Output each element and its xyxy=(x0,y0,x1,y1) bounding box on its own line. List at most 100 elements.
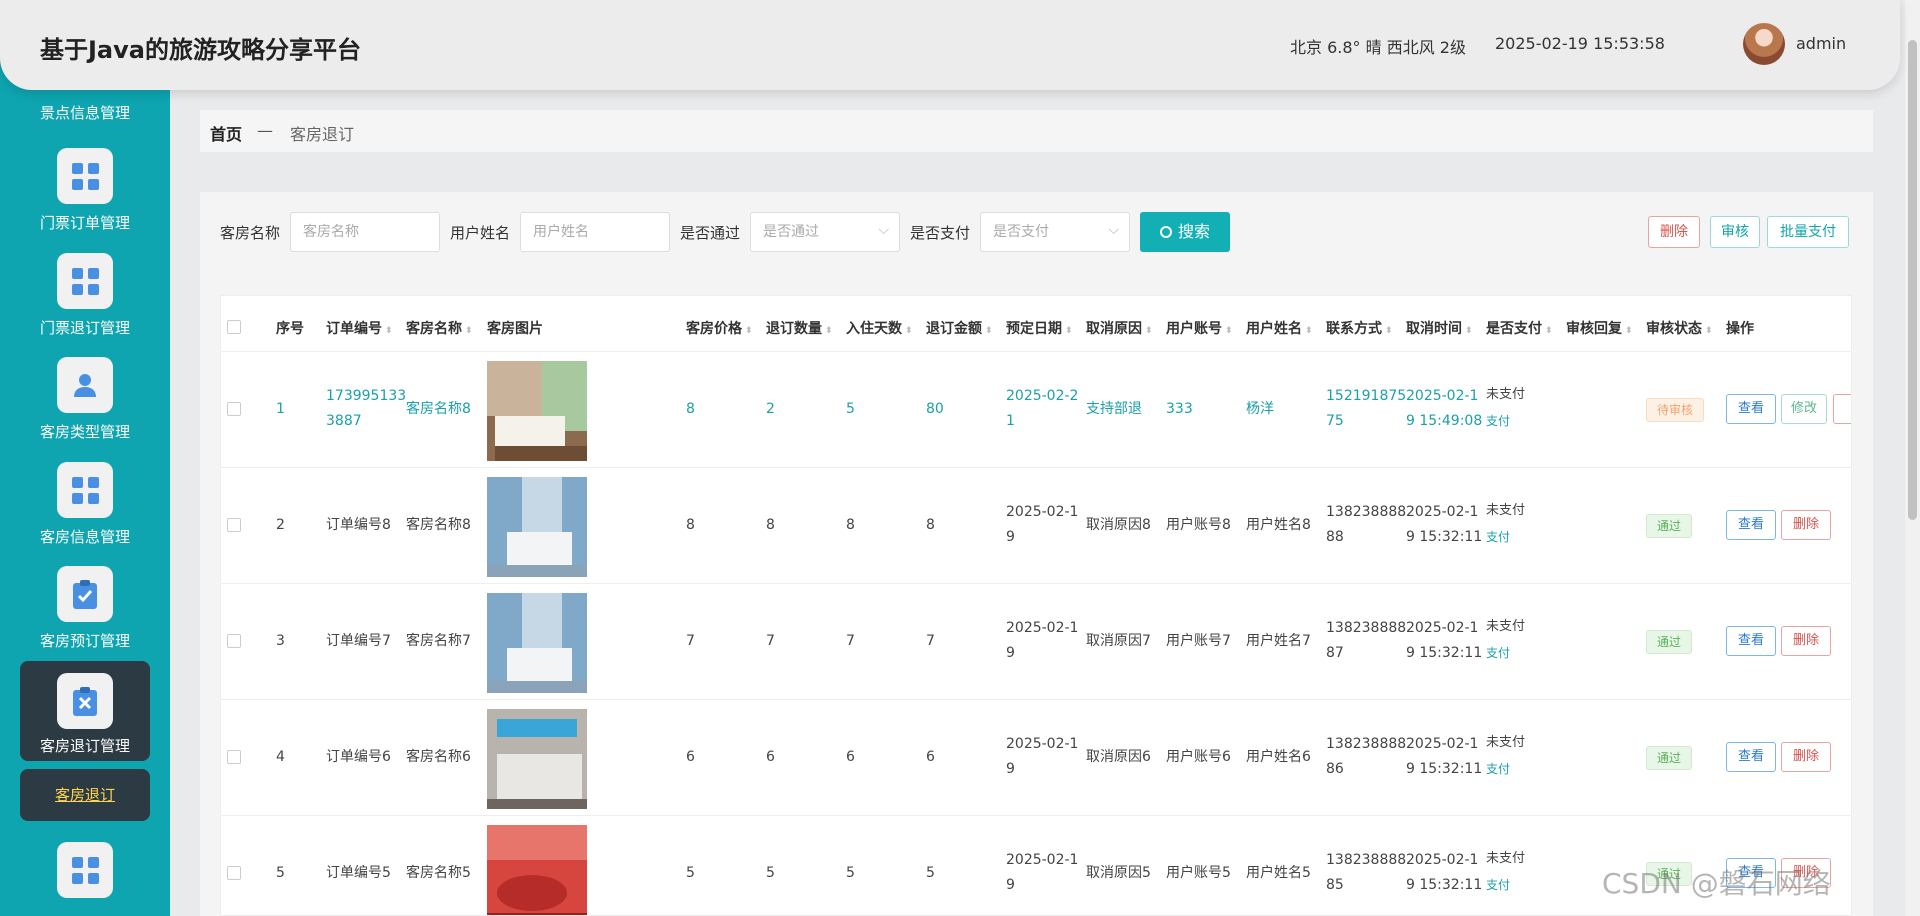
table-row[interactable]: 3 订单编号7 客房名称7 7 7 7 7 2025-02-1 9 取消原因7 用… xyxy=(221,583,1851,699)
sidebar-item-label: 客房信息管理 xyxy=(39,528,130,546)
col-header[interactable]: 预定日期 ⬍ xyxy=(1006,318,1073,338)
sidebar-item-ticket-orders[interactable]: 门票订单管理 xyxy=(20,148,150,248)
cell-room-name: 客房名称8 xyxy=(406,401,471,417)
pay-link[interactable]: 支付 xyxy=(1486,640,1525,666)
col-header[interactable]: 联系方式 ⬍ xyxy=(1326,318,1393,338)
cell-amount: 5 xyxy=(926,865,935,881)
sidebar-item-room-bookings[interactable]: 客房预订管理 xyxy=(20,566,150,666)
pay-link[interactable]: 支付 xyxy=(1486,872,1525,898)
room-image[interactable] xyxy=(487,593,587,693)
paid-select[interactable]: 是否支付 xyxy=(980,211,1130,252)
room-name-input[interactable]: 客房名称 xyxy=(290,212,440,252)
cell-amount: 7 xyxy=(926,633,935,649)
delete-row-button[interactable] xyxy=(1833,394,1851,424)
table-row[interactable]: 4 订单编号6 客房名称6 6 6 6 6 2025-02-1 9 取消原因6 用… xyxy=(221,699,1851,815)
cell-qty: 7 xyxy=(766,633,775,649)
cell-phone: 138238888 85 xyxy=(1326,852,1407,893)
refund-table: 序号 订单编号 ⬍ 客房名称 ⬍ 客房图片 客房价格 ⬍ 退订数量 ⬍ 入住天数 ⬍ 退订… xyxy=(220,295,1852,916)
table-row[interactable]: 1 173995133 3887 客房名称8 8 2 5 80 2025-02-2… xyxy=(221,351,1851,467)
pay-link[interactable]: 支付 xyxy=(1486,756,1525,782)
status-badge: 通过 xyxy=(1646,514,1692,538)
view-button[interactable]: 查看 xyxy=(1726,394,1776,424)
row-checkbox[interactable] xyxy=(227,866,241,880)
pay-link[interactable]: 支付 xyxy=(1486,408,1525,434)
delete-row-button[interactable]: 删除 xyxy=(1781,626,1831,656)
user-name-input[interactable]: 用户姓名 xyxy=(520,212,670,252)
approved-select-value: 是否通过 xyxy=(763,224,819,240)
approved-select[interactable]: 是否通过 xyxy=(750,211,900,252)
row-checkbox[interactable] xyxy=(227,634,241,648)
sidebar-item-room-types[interactable]: 客房类型管理 xyxy=(20,357,150,457)
room-image[interactable] xyxy=(487,825,587,916)
cell-date: 2025-02-1 9 xyxy=(1006,620,1079,661)
clipboard-x-icon xyxy=(57,673,113,729)
cell-reason: 取消原因5 xyxy=(1086,865,1151,881)
col-header[interactable]: 客房名称 ⬍ xyxy=(406,318,473,338)
row-checkbox[interactable] xyxy=(227,518,241,532)
cell-days: 6 xyxy=(846,749,855,765)
col-header[interactable]: 入住天数 ⬍ xyxy=(846,318,913,338)
cell-name: 杨洋 xyxy=(1246,401,1274,417)
cell-no: 4 xyxy=(276,749,285,765)
view-button[interactable]: 查看 xyxy=(1726,626,1776,656)
col-header[interactable]: 取消时间 ⬍ xyxy=(1406,318,1473,338)
table-row[interactable]: 2 订单编号8 客房名称8 8 8 8 8 2025-02-1 9 取消原因8 用… xyxy=(221,467,1851,583)
scrollbar-thumb[interactable] xyxy=(1908,40,1917,520)
row-checkbox[interactable] xyxy=(227,402,241,416)
delete-row-button[interactable]: 删除 xyxy=(1781,742,1831,772)
col-header: 客房图片 xyxy=(487,321,543,337)
sidebar-item-room-refunds[interactable]: 客房退订管理 xyxy=(20,661,150,761)
sidebar-item-label: 门票订单管理 xyxy=(39,214,130,232)
avatar[interactable] xyxy=(1743,23,1785,65)
delete-row-button[interactable]: 删除 xyxy=(1781,510,1831,540)
view-button[interactable]: 查看 xyxy=(1726,742,1776,772)
cell-room-name: 客房名称8 xyxy=(406,517,471,533)
cell-account: 333 xyxy=(1166,401,1193,417)
col-header[interactable]: 订单编号 ⬍ xyxy=(326,318,393,338)
col-header[interactable]: 是否支付 ⬍ xyxy=(1486,318,1553,338)
col-header: 操作 xyxy=(1726,321,1754,337)
edit-button[interactable]: 修改 xyxy=(1781,394,1827,424)
search-button[interactable]: 搜索 xyxy=(1140,212,1230,252)
col-header[interactable]: 用户账号 ⬍ xyxy=(1166,318,1233,338)
col-header[interactable]: 退订金额 ⬍ xyxy=(926,318,993,338)
room-image[interactable] xyxy=(487,361,587,461)
page-scrollbar[interactable] xyxy=(1905,0,1920,916)
cell-date: 2025-02-1 9 xyxy=(1006,736,1079,777)
pay-link[interactable]: 支付 xyxy=(1486,524,1525,550)
cell-no: 3 xyxy=(276,633,285,649)
delete-button[interactable]: 删除 xyxy=(1648,216,1700,248)
sidebar-item-cut[interactable]: 景点信息管理 xyxy=(0,102,170,123)
col-header[interactable]: 取消原因 ⬍ xyxy=(1086,318,1153,338)
col-header[interactable]: 审核状态 ⬍ xyxy=(1646,318,1713,338)
select-all-checkbox[interactable] xyxy=(227,320,241,334)
sidebar-item-ticket-refunds[interactable]: 门票退订管理 xyxy=(20,253,150,353)
cell-account: 用户账号5 xyxy=(1166,865,1231,881)
cell-order-no: 订单编号6 xyxy=(326,749,391,765)
audit-button[interactable]: 审核 xyxy=(1710,216,1760,248)
weather-info: 北京 6.8° 晴 西北风 2级 xyxy=(1290,38,1466,57)
batch-pay-button[interactable]: 批量支付 xyxy=(1767,216,1849,248)
breadcrumb-home[interactable]: 首页 xyxy=(210,121,242,145)
col-header[interactable]: 用户姓名 ⬍ xyxy=(1246,318,1313,338)
breadcrumb-separator: — xyxy=(257,121,273,140)
col-header[interactable]: 退订数量 ⬍ xyxy=(766,318,833,338)
cell-qty: 5 xyxy=(766,865,775,881)
cell-cancel-time: 2025-02-1 9 15:32:11 xyxy=(1406,852,1483,893)
col-header[interactable]: 审核回复 ⬍ xyxy=(1566,318,1633,338)
col-header[interactable]: 客房价格 ⬍ xyxy=(686,318,753,338)
cell-phone: 138238888 87 xyxy=(1326,620,1407,661)
grid-icon xyxy=(57,462,113,518)
sidebar-item-room-info[interactable]: 客房信息管理 xyxy=(20,462,150,562)
col-header: 序号 xyxy=(276,321,304,337)
view-button[interactable]: 查看 xyxy=(1726,510,1776,540)
cell-days: 5 xyxy=(846,865,855,881)
room-image[interactable] xyxy=(487,477,587,577)
cell-price: 6 xyxy=(686,749,695,765)
username[interactable]: admin xyxy=(1796,34,1846,53)
sidebar-subitem-room-refund[interactable]: 客房退订 xyxy=(20,769,150,821)
row-checkbox[interactable] xyxy=(227,750,241,764)
sidebar-item-more[interactable] xyxy=(20,842,150,916)
room-image[interactable] xyxy=(487,709,587,809)
cell-account: 用户账号6 xyxy=(1166,749,1231,765)
